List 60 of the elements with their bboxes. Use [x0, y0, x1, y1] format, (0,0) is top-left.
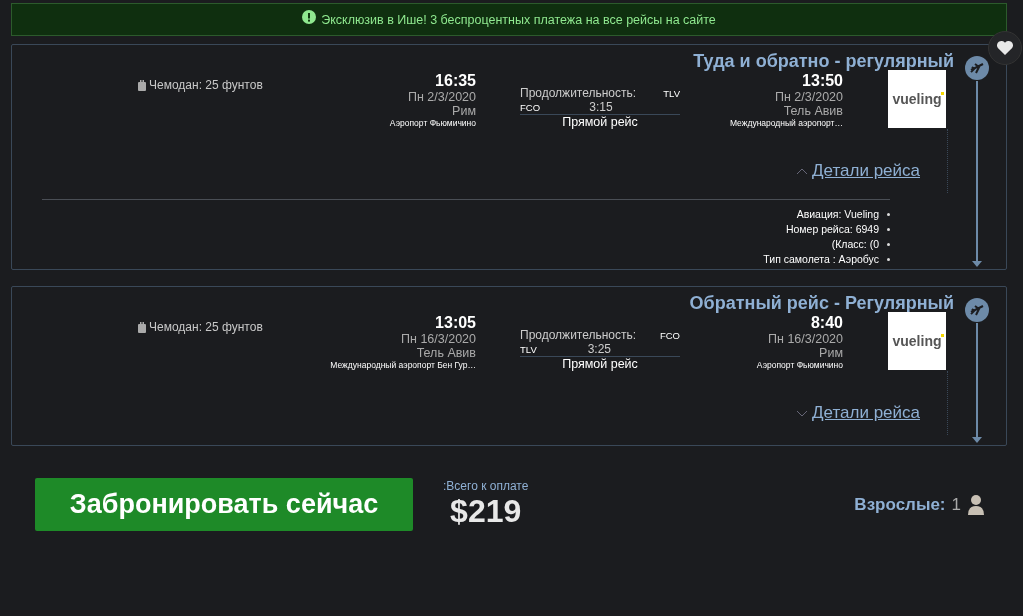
detail-text: (Класс: (0: [831, 238, 879, 250]
airport-code: FCO: [659, 329, 680, 341]
total-label: :Всего к оплате: [443, 479, 529, 493]
heart-icon: [996, 40, 1014, 56]
departure-time: 16:35: [435, 72, 476, 90]
baggage-text: Чемодан: 25 фунтов: [149, 320, 263, 334]
departure-city: Тель Авив: [416, 346, 476, 360]
person-icon: [967, 493, 985, 516]
caret-icon: [796, 167, 809, 175]
airport-code: TLV: [520, 343, 537, 355]
flight-title: Туда и обратно - регулярный: [693, 51, 954, 72]
flight-type: Прямой рейс: [561, 115, 639, 129]
duration-label: Продолжительность:: [520, 86, 637, 100]
flight-details-link[interactable]: Детали рейса: [796, 403, 920, 423]
bullet-icon: [887, 242, 890, 246]
arrival-airport: Международный аэропорт…: [729, 118, 843, 128]
plane-icon: [964, 297, 990, 323]
duration-label: Продолжительность:: [520, 328, 637, 342]
suitcase-icon: [138, 79, 146, 91]
departure-date: Пн 2/3/2020: [407, 90, 476, 104]
exclamation-icon: [302, 9, 317, 24]
flight-title: Обратный рейс - Регулярный: [689, 293, 954, 314]
departure-airport: Аэропорт Фьюмичино: [389, 118, 476, 128]
bullet-icon: [887, 257, 890, 261]
arrival-date: Пн 2/3/2020: [774, 90, 843, 104]
detail-text: Номер рейса: 6949: [785, 223, 879, 235]
book-now-button[interactable]: Забронировать сейчас: [35, 478, 413, 531]
detail-text: Тип самолета : Аэробус: [763, 253, 879, 265]
favorite-button[interactable]: [988, 31, 1022, 65]
arrival-city: Тель Авив: [783, 104, 843, 118]
departure-date: Пн 16/3/2020: [401, 332, 476, 346]
adults-count: 1: [951, 494, 961, 515]
baggage-text: Чемодан: 25 фунтов: [149, 78, 263, 92]
arrowhead-icon: [972, 261, 982, 267]
arrowhead-icon: [972, 437, 982, 443]
bullet-icon: [887, 227, 890, 231]
detail-text: Авиация: Vueling: [796, 208, 879, 220]
arrival-time: 13:50: [802, 72, 843, 90]
flight-type: Прямой рейс: [561, 357, 639, 371]
airline-logo: vueling: [888, 312, 946, 370]
departure-airport: Международный аэропорт Бен Гур…: [330, 360, 476, 370]
bullet-icon: [887, 212, 890, 216]
airport-code: TLV: [663, 87, 680, 99]
arrival-date: Пн 16/3/2020: [768, 332, 843, 346]
flight-details-link[interactable]: Детали рейса: [796, 161, 920, 181]
duration-value: 3:25: [587, 342, 612, 356]
arrival-time: 8:40: [810, 314, 843, 332]
duration-value: 3:15: [589, 100, 613, 114]
promo-text: Эксклюзив в Ише! 3 беспроцентных платежа на все рейсы на сайте: [321, 12, 716, 27]
arrival-airport: Аэропорт Фьюмичино: [756, 360, 843, 370]
airline-logo: vueling: [888, 70, 946, 128]
arrival-city: Рим: [819, 346, 843, 360]
airport-code: FCO: [520, 101, 541, 113]
caret-icon: [796, 409, 809, 417]
plane-icon: [964, 55, 990, 81]
suitcase-icon: [138, 321, 146, 333]
departure-city: Рим: [452, 104, 476, 118]
departure-time: 13:05: [435, 314, 476, 332]
total-price: $219: [450, 493, 522, 530]
adults-label: Взрослые:: [854, 494, 946, 515]
